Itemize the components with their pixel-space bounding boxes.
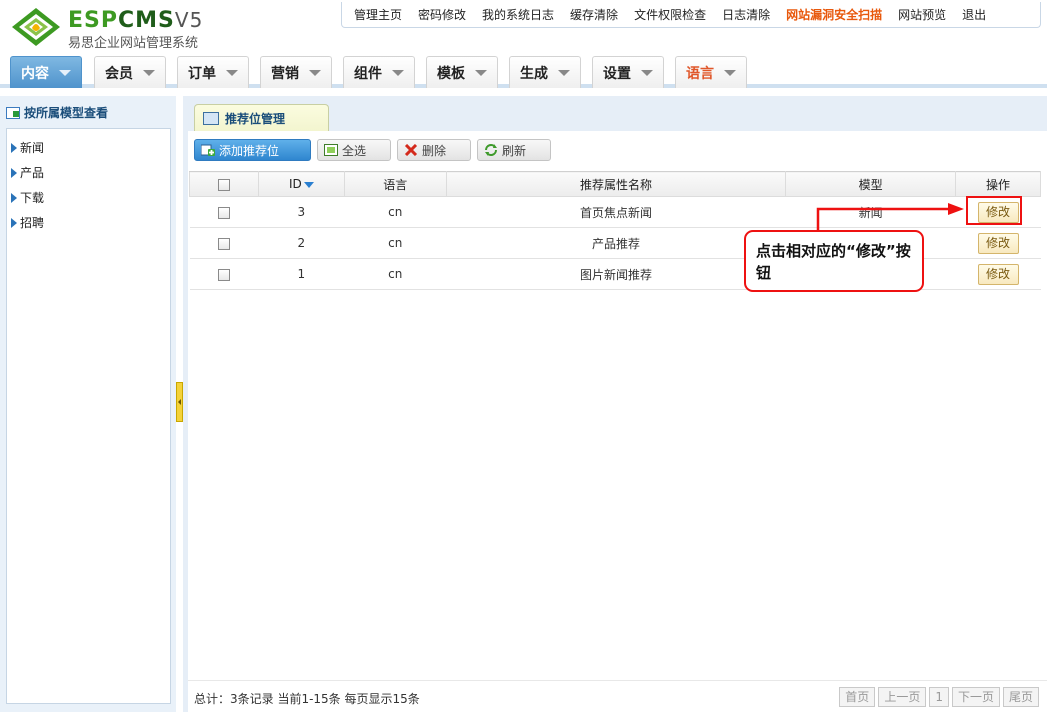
triangle-right-icon xyxy=(11,192,17,203)
sidebar-title: 按所属模型查看 xyxy=(6,104,108,121)
top-link-admin-home[interactable]: 管理主页 xyxy=(346,3,410,27)
toolbar: 添加推荐位 全选 删除 刷新 xyxy=(194,139,551,161)
pager-last[interactable]: 尾页 xyxy=(1002,687,1039,707)
row-name: 图片新闻推荐 xyxy=(446,258,786,290)
chevron-down-icon xyxy=(392,69,404,76)
table-header-row: ID 语言 推荐属性名称 模型 操作 xyxy=(189,171,1041,197)
col-select-all[interactable] xyxy=(189,171,259,197)
top-link-site-preview[interactable]: 网站预览 xyxy=(890,3,954,27)
top-link-change-password[interactable]: 密码修改 xyxy=(410,3,474,27)
sort-desc-icon[interactable] xyxy=(303,181,314,188)
refresh-icon xyxy=(485,144,497,156)
triangle-right-icon xyxy=(11,217,17,228)
pager-next[interactable]: 下一页 xyxy=(951,687,1000,707)
chevron-down-icon xyxy=(309,69,321,76)
table-row: 3 cn 首页焦点新闻 新闻 修改 xyxy=(189,196,1041,228)
top-link-file-permission-check[interactable]: 文件权限检查 xyxy=(626,3,714,27)
triangle-right-icon xyxy=(11,167,17,178)
edit-button-highlight xyxy=(966,196,1022,225)
chevron-down-icon xyxy=(143,69,155,76)
row-id: 1 xyxy=(258,258,345,290)
sidebar-item-news[interactable]: 新闻 xyxy=(7,135,170,160)
chevron-down-icon xyxy=(641,69,653,76)
select-all-button[interactable]: 全选 xyxy=(317,139,391,161)
row-name: 首页焦点新闻 xyxy=(446,196,786,228)
sidebar-item-download[interactable]: 下载 xyxy=(7,185,170,210)
record-summary: 总计：3条记录 当前1-15条 每页显示15条 xyxy=(194,692,420,706)
col-language: 语言 xyxy=(343,171,447,197)
add-icon xyxy=(201,144,215,156)
chevron-down-icon xyxy=(475,69,487,76)
sidebar: 按所属模型查看 新闻 产品 下载 招聘 xyxy=(0,96,176,712)
col-id[interactable]: ID xyxy=(257,171,345,197)
select-all-checkbox[interactable] xyxy=(217,178,230,191)
pager: 首页 上一页 1 下一页 尾页 xyxy=(839,687,1039,707)
chevron-down-icon xyxy=(558,69,570,76)
main-tab-language[interactable]: 语言 xyxy=(675,56,747,88)
top-link-my-system-log[interactable]: 我的系统日志 xyxy=(474,3,562,27)
select-all-icon xyxy=(324,144,338,156)
add-recommend-button[interactable]: 添加推荐位 xyxy=(194,139,311,161)
main-tab-template[interactable]: 模板 xyxy=(426,56,498,88)
annotation-callout: 点击相对应的“修改”按钮 xyxy=(744,230,924,292)
main-tab-content[interactable]: 内容 xyxy=(10,56,82,88)
top-link-clear-cache[interactable]: 缓存清除 xyxy=(562,3,626,27)
top-links-bar: 管理主页 密码修改 我的系统日志 缓存清除 文件权限检查 日志清除 网站漏洞安全… xyxy=(341,2,1041,28)
pager-first[interactable]: 首页 xyxy=(839,687,876,707)
delete-x-icon xyxy=(404,144,418,156)
panel-tab[interactable]: 推荐位管理 xyxy=(194,104,329,131)
espcms-logo-icon xyxy=(12,8,60,46)
main-nav: 内容 会员 订单 营销 组件 模板 生成 设置 语言 xyxy=(0,54,1047,88)
window-icon xyxy=(203,111,219,125)
top-link-clear-log[interactable]: 日志清除 xyxy=(714,3,778,27)
pager-page-1[interactable]: 1 xyxy=(929,687,949,707)
main-tab-member[interactable]: 会员 xyxy=(94,56,166,88)
top-link-logout[interactable]: 退出 xyxy=(954,3,994,27)
logo-title: ESPCMSV5 xyxy=(68,8,204,33)
main-tab-settings[interactable]: 设置 xyxy=(592,56,664,88)
main-tab-marketing[interactable]: 营销 xyxy=(260,56,332,88)
top-link-security-scan[interactable]: 网站漏洞安全扫描 xyxy=(778,3,890,27)
col-action: 操作 xyxy=(955,171,1041,197)
row-language: cn xyxy=(344,196,447,228)
chevron-down-icon xyxy=(59,69,71,76)
panel: 添加推荐位 全选 删除 刷新 ID 语言 推荐属性名称 模型 操作 3 cn 首… xyxy=(188,131,1047,712)
refresh-button[interactable]: 刷新 xyxy=(477,139,551,161)
footer-bar: 总计：3条记录 当前1-15条 每页显示15条 首页 上一页 1 下一页 尾页 xyxy=(188,680,1047,712)
col-model: 模型 xyxy=(785,171,957,197)
pager-prev[interactable]: 上一页 xyxy=(878,687,927,707)
row-language: cn xyxy=(344,258,447,290)
sidebar-item-product[interactable]: 产品 xyxy=(7,160,170,185)
chevron-down-icon xyxy=(724,69,736,76)
row-language: cn xyxy=(344,227,447,259)
delete-button[interactable]: 删除 xyxy=(397,139,471,161)
main-tab-order[interactable]: 订单 xyxy=(177,56,249,88)
col-name: 推荐属性名称 xyxy=(445,171,787,197)
row-name: 产品推荐 xyxy=(446,227,786,259)
header: ESPCMSV5 易思企业网站管理系统 管理主页 密码修改 我的系统日志 缓存清… xyxy=(0,0,1047,92)
chevron-down-icon xyxy=(226,69,238,76)
row-id: 3 xyxy=(258,196,345,228)
content-area: 推荐位管理 添加推荐位 全选 删除 刷新 ID 语言 推荐属性名称 模型 操作 … xyxy=(183,96,1047,712)
triangle-right-icon xyxy=(11,142,17,153)
edit-button[interactable]: 修改 xyxy=(977,263,1019,285)
model-view-icon xyxy=(6,106,20,119)
main-tab-components[interactable]: 组件 xyxy=(343,56,415,88)
main-tab-generate[interactable]: 生成 xyxy=(509,56,581,88)
sidebar-list: 新闻 产品 下载 招聘 xyxy=(6,128,171,704)
logo-subtitle: 易思企业网站管理系统 xyxy=(68,36,199,51)
logo: ESPCMSV5 易思企业网站管理系统 xyxy=(10,4,240,51)
edit-button[interactable]: 修改 xyxy=(977,232,1019,254)
row-model: 新闻 xyxy=(785,196,956,228)
row-checkbox[interactable] xyxy=(217,268,230,281)
row-id: 2 xyxy=(258,227,345,259)
sidebar-collapse-handle[interactable] xyxy=(176,382,183,422)
row-checkbox[interactable] xyxy=(217,206,230,219)
row-checkbox[interactable] xyxy=(217,237,230,250)
sidebar-item-recruit[interactable]: 招聘 xyxy=(7,210,170,235)
